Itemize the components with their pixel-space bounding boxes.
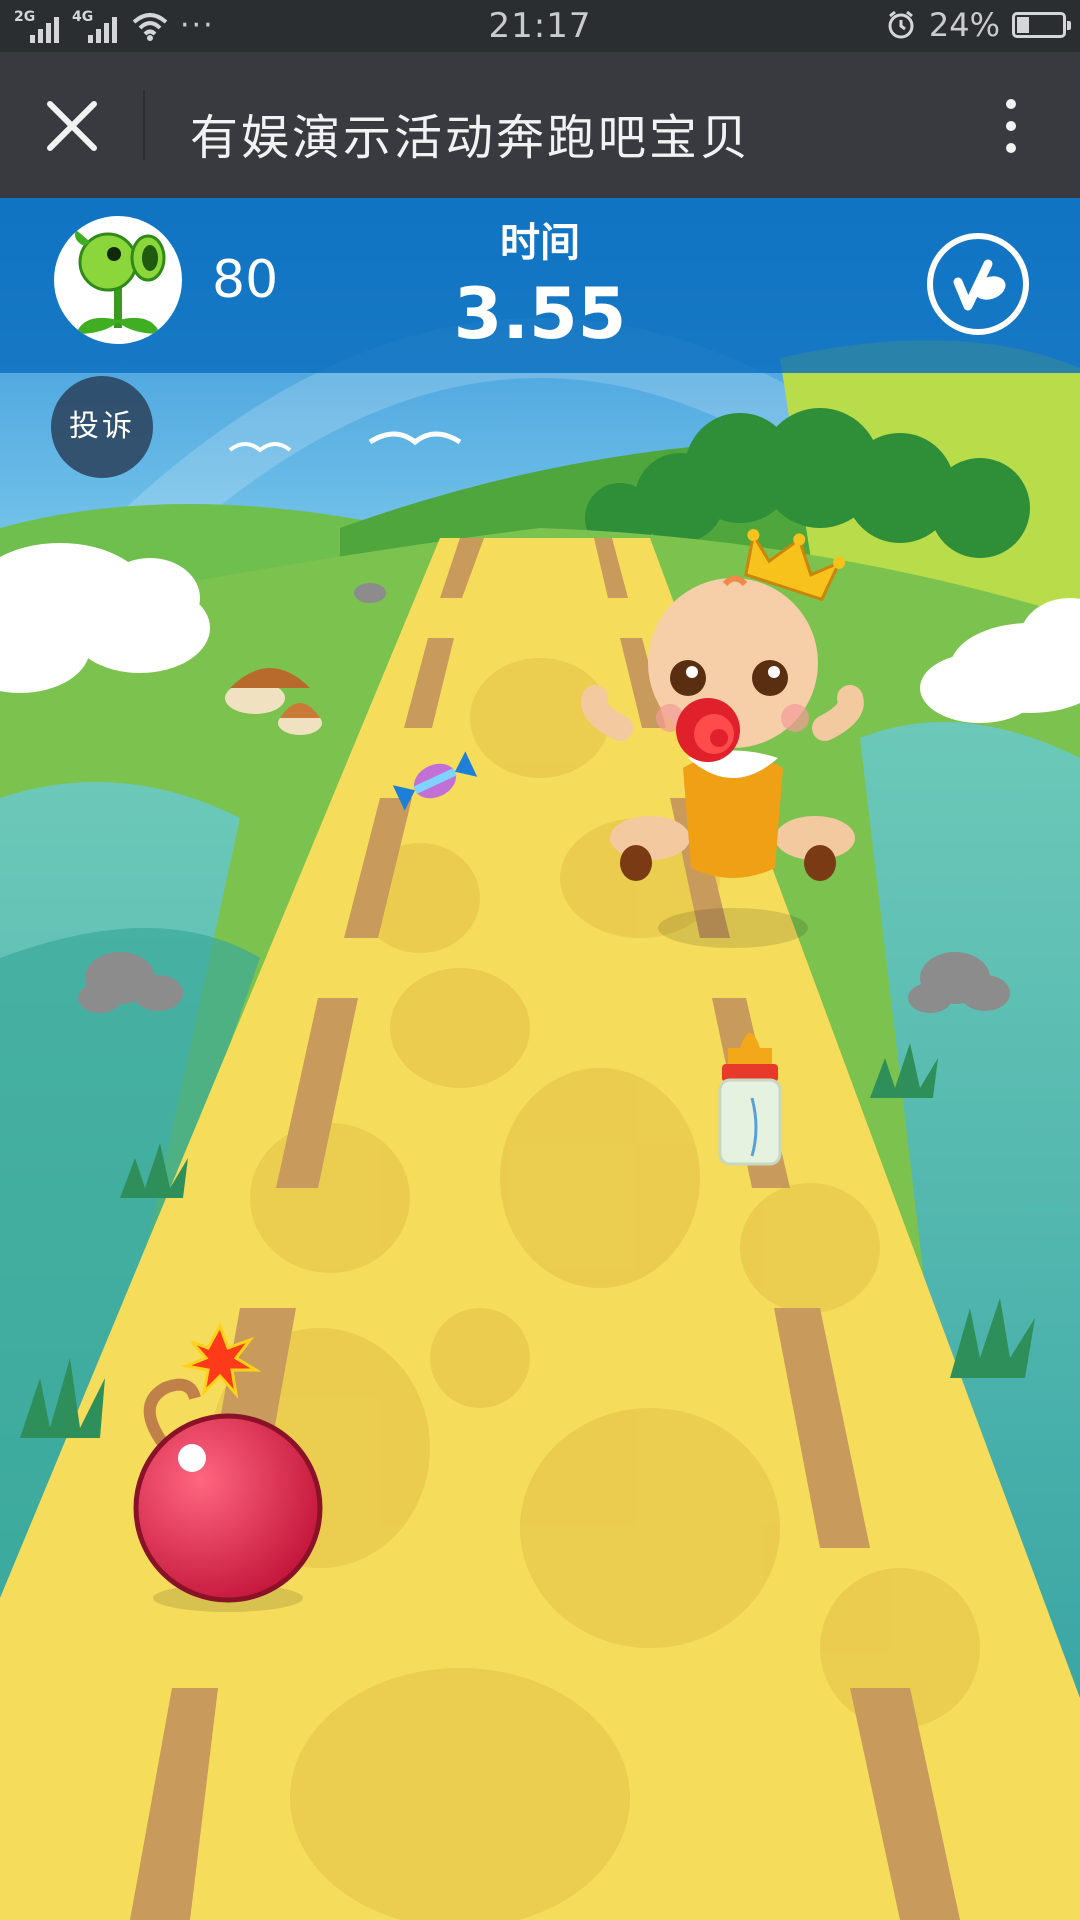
time-value: 3.55 [453, 273, 627, 355]
complaint-button[interactable]: 投诉 [51, 376, 153, 478]
alarm-icon [888, 10, 914, 39]
nav-divider [143, 90, 145, 160]
milk-bottle-item [718, 1033, 782, 1166]
game-canvas[interactable]: 80 时间 3.55 投诉 [0, 198, 1080, 1920]
status-bar: 2G 4G ··· 21:17 24% [0, 0, 1080, 52]
time-label: 时间 [500, 220, 580, 266]
close-icon[interactable] [46, 100, 98, 152]
game-scene [0, 198, 1080, 1920]
hud-bar: 80 时间 3.55 [0, 198, 1080, 373]
nav-bar: 有娱演示活动奔跑吧宝贝 [0, 52, 1080, 198]
battery-icon [1012, 12, 1071, 38]
music-note-icon[interactable] [924, 230, 1032, 338]
more-vertical-icon[interactable] [996, 96, 1026, 156]
plant-avatar-icon[interactable] [54, 216, 182, 344]
status-right: 24% [885, 6, 1071, 44]
score-value: 80 [212, 250, 279, 310]
page-title: 有娱演示活动奔跑吧宝贝 [190, 110, 752, 166]
battery-percent: 24% [928, 6, 1000, 44]
